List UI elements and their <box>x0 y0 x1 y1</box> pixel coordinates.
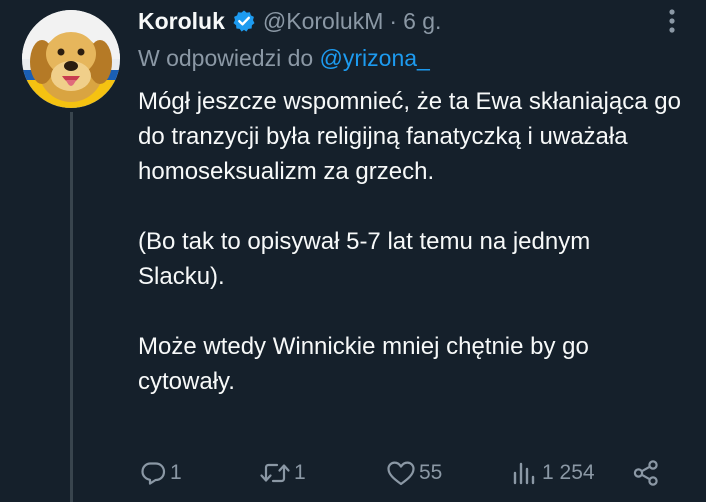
avatar[interactable] <box>22 10 120 108</box>
reply-to-mention[interactable]: @yrizona_ <box>320 45 430 71</box>
tweet-body: Mógł jeszcze wspomnieć, że ta Ewa skłani… <box>138 84 683 399</box>
reply-count: 1 <box>170 461 182 484</box>
tweet[interactable]: Koroluk @KorolukM · 6 g. W odpowiedzi do… <box>0 0 706 502</box>
share-button[interactable] <box>631 455 661 491</box>
views-count: 1 254 <box>542 461 595 484</box>
verified-badge-icon <box>232 9 256 33</box>
thread-line <box>70 112 73 502</box>
tweet-paragraph: Może wtedy Winnickie mniej chętnie by go… <box>138 333 589 395</box>
reply-icon <box>141 462 166 485</box>
tweet-timestamp[interactable]: 6 g. <box>403 6 441 36</box>
tweet-header: Koroluk @KorolukM · 6 g. <box>138 6 441 36</box>
views-bar-chart-icon <box>513 462 535 485</box>
share-icon <box>633 460 658 486</box>
retweet-icon <box>260 463 290 483</box>
avatar-image <box>22 10 120 108</box>
author-handle[interactable]: @KorolukM <box>263 6 384 36</box>
more-options-button[interactable] <box>655 4 689 38</box>
like-button[interactable]: 55 <box>385 455 442 491</box>
retweet-button[interactable]: 1 <box>258 455 306 491</box>
views-button[interactable]: 1 254 <box>510 455 595 491</box>
heart-icon <box>387 461 415 486</box>
reply-context: W odpowiedzi do @yrizona_ <box>138 43 430 73</box>
tweet-paragraph: Mógł jeszcze wspomnieć, że ta Ewa skłani… <box>138 88 681 185</box>
tweet-paragraph: (Bo tak to opisywał 5-7 lat temu na jedn… <box>138 228 591 290</box>
header-separator: · <box>389 8 398 34</box>
author-display-name[interactable]: Koroluk <box>138 6 225 36</box>
more-dots-icon <box>669 9 675 33</box>
tweet-actions: 1 1 55 1 254 <box>138 455 668 491</box>
reply-button[interactable]: 1 <box>138 455 182 491</box>
reply-to-prefix: W odpowiedzi do <box>138 45 314 71</box>
retweet-count: 1 <box>294 461 306 484</box>
like-count: 55 <box>419 461 443 484</box>
